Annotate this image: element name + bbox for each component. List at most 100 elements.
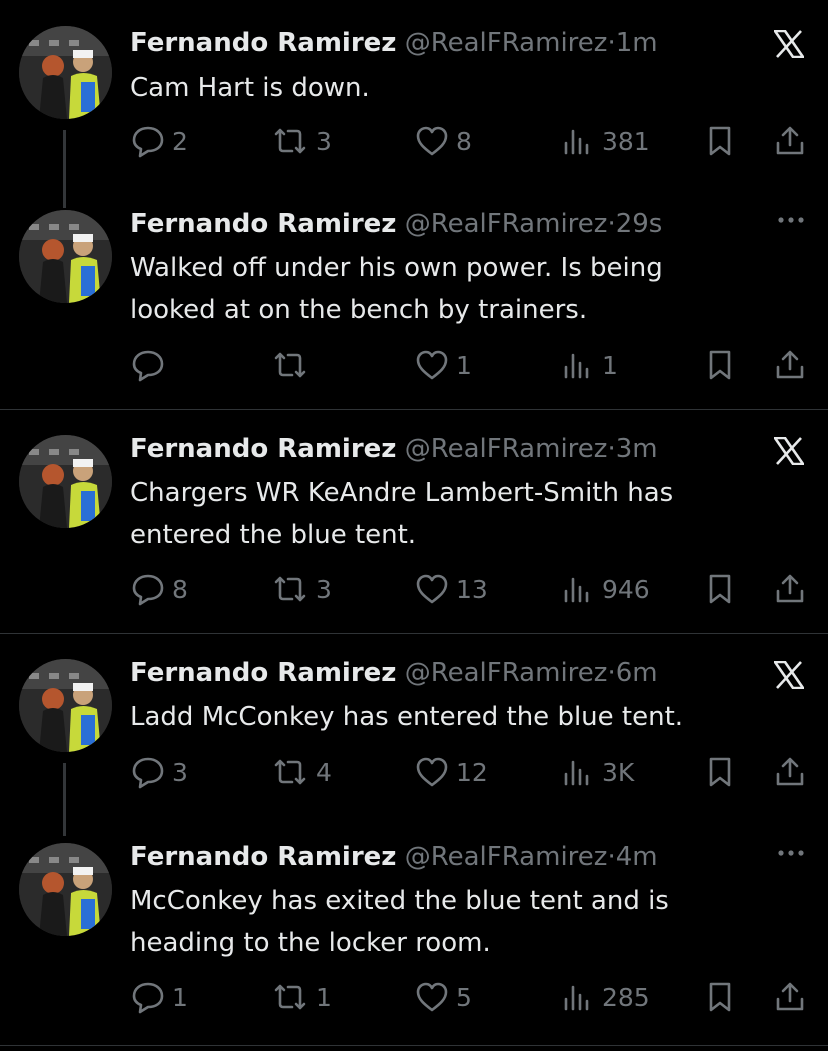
bookmark-button[interactable] (702, 977, 738, 1017)
avatar[interactable] (19, 435, 112, 528)
repost-count: 3 (316, 574, 332, 604)
x-logo-icon (772, 29, 806, 62)
bookmark-button[interactable] (702, 752, 738, 792)
repost-button[interactable] (270, 345, 316, 385)
bookmark-button[interactable] (702, 345, 738, 385)
reply-button[interactable]: 3 (130, 752, 188, 792)
reply-button[interactable]: 8 (130, 569, 188, 609)
views-button[interactable]: 381 (560, 121, 650, 161)
reply-count: 8 (172, 574, 188, 604)
avatar[interactable] (19, 659, 112, 752)
repost-button[interactable]: 1 (270, 977, 332, 1017)
repost-button[interactable]: 3 (270, 121, 332, 161)
reply-icon (132, 350, 164, 382)
like-button[interactable]: 8 (414, 121, 472, 161)
avatar-image (19, 659, 112, 752)
share-button[interactable] (772, 345, 808, 385)
tweet-text: Walked off under his own power. Is being… (130, 253, 663, 325)
avatar[interactable] (19, 26, 112, 119)
like-icon (416, 350, 448, 380)
views-icon (564, 760, 589, 786)
repost-count: 1 (316, 982, 332, 1012)
like-icon (416, 574, 448, 604)
timestamp[interactable]: 29s (616, 209, 663, 239)
author-name[interactable]: Fernando Ramirez (130, 209, 396, 239)
more-icon[interactable] (776, 843, 806, 867)
views-icon (564, 577, 589, 603)
timestamp[interactable]: 1m (616, 28, 658, 58)
views-button[interactable]: 946 (560, 569, 650, 609)
share-button[interactable] (772, 569, 808, 609)
share-button[interactable] (772, 121, 808, 161)
bookmark-button[interactable] (702, 569, 738, 609)
tweet-header: Fernando Ramirez @RealFRamirez·1m (130, 26, 658, 60)
reply-icon (132, 574, 164, 606)
like-button[interactable]: 12 (414, 752, 488, 792)
repost-button[interactable]: 4 (270, 752, 332, 792)
bookmark-button[interactable] (702, 121, 738, 161)
share-button[interactable] (772, 977, 808, 1017)
reply-button[interactable]: 1 (130, 977, 188, 1017)
divider (0, 1045, 828, 1046)
share-icon (776, 757, 804, 786)
like-icon (416, 757, 448, 787)
views-button[interactable]: 3K (560, 752, 634, 792)
author-name[interactable]: Fernando Ramirez (130, 658, 396, 688)
author-handle[interactable]: @RealFRamirez (405, 658, 608, 688)
share-icon (776, 982, 804, 1011)
divider (0, 633, 828, 634)
author-name[interactable]: Fernando Ramirez (130, 434, 396, 464)
share-icon (776, 350, 804, 379)
tweet-text: Ladd McConkey has entered the blue tent. (130, 702, 684, 732)
avatar-image (19, 435, 112, 528)
bookmark-icon (709, 982, 731, 1012)
like-button[interactable]: 1 (414, 345, 472, 385)
author-name[interactable]: Fernando Ramirez (130, 28, 396, 58)
timestamp[interactable]: 6m (616, 658, 658, 688)
views-button[interactable]: 1 (560, 345, 618, 385)
repost-button[interactable]: 3 (270, 569, 332, 609)
avatar[interactable] (19, 210, 112, 303)
tweet-header: Fernando Ramirez @RealFRamirez·3m (130, 432, 658, 466)
action-bar: 2 3 8 381 (130, 121, 810, 161)
views-count: 946 (602, 574, 650, 604)
more-icon[interactable] (776, 210, 806, 234)
reply-count: 3 (172, 757, 188, 787)
timestamp[interactable]: 3m (616, 434, 658, 464)
like-icon (416, 126, 448, 156)
like-button[interactable]: 13 (414, 569, 488, 609)
avatar-image (19, 26, 112, 119)
views-icon (564, 129, 589, 155)
views-count: 381 (602, 126, 650, 156)
share-button[interactable] (772, 752, 808, 792)
repost-icon (274, 576, 306, 602)
repost-icon (274, 352, 306, 378)
author-handle[interactable]: @RealFRamirez (405, 842, 608, 872)
author-name[interactable]: Fernando Ramirez (130, 842, 396, 872)
timestamp[interactable]: 4m (616, 842, 658, 872)
like-button[interactable]: 5 (414, 977, 472, 1017)
x-logo-icon (772, 436, 806, 469)
author-handle[interactable]: @RealFRamirez (405, 434, 608, 464)
separator-dot: · (607, 28, 616, 58)
reply-button[interactable]: 2 (130, 121, 188, 161)
reply-icon (132, 982, 164, 1014)
author-handle[interactable]: @RealFRamirez (405, 209, 608, 239)
views-icon (564, 353, 589, 379)
like-count: 12 (456, 757, 488, 787)
divider (0, 409, 828, 410)
repost-icon (274, 984, 306, 1010)
separator-dot: · (607, 209, 616, 239)
repost-icon (274, 759, 306, 785)
views-button[interactable]: 285 (560, 977, 650, 1017)
tweet-header: Fernando Ramirez @RealFRamirez·4m (130, 840, 658, 874)
reply-icon (132, 126, 164, 158)
avatar[interactable] (19, 843, 112, 936)
share-icon (776, 126, 804, 155)
author-handle[interactable]: @RealFRamirez (405, 28, 608, 58)
reply-button[interactable] (130, 345, 172, 385)
bookmark-icon (709, 350, 731, 380)
action-bar: 3 4 12 3K (130, 752, 810, 792)
reply-count: 2 (172, 126, 188, 156)
separator-dot: · (607, 658, 616, 688)
